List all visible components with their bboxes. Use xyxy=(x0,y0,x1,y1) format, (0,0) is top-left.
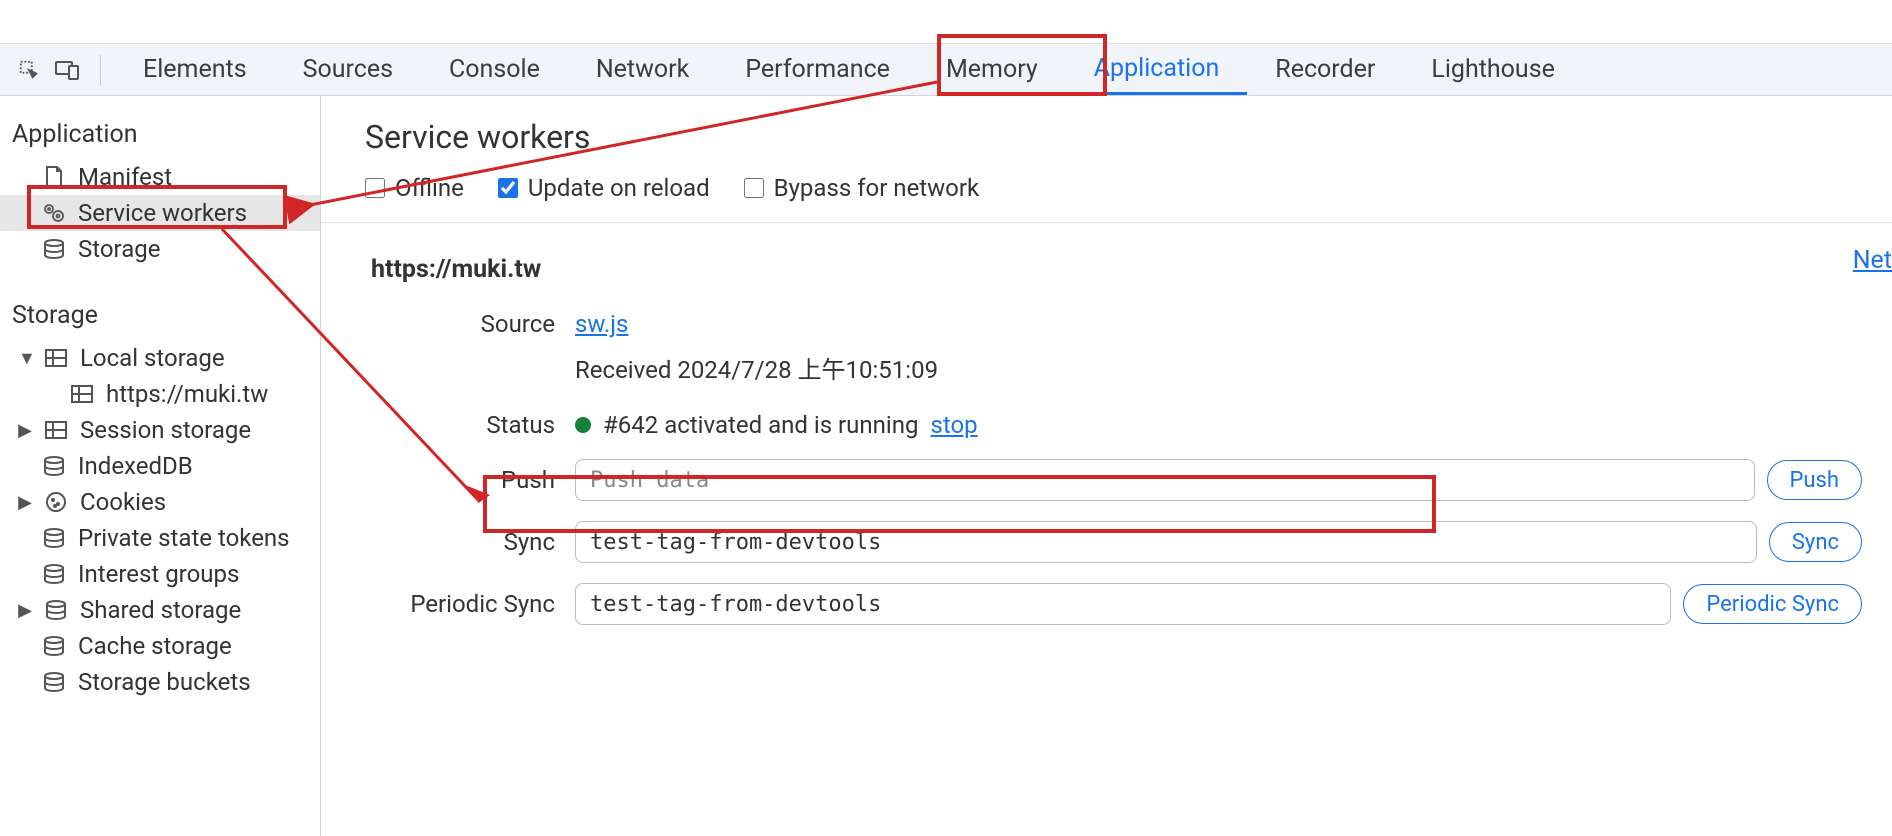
push-input[interactable] xyxy=(575,459,1755,501)
sidebar-label: IndexedDB xyxy=(78,452,193,480)
tab-application[interactable]: Application xyxy=(1066,44,1248,95)
grid-icon xyxy=(68,380,96,408)
periodic-sync-label: Periodic Sync xyxy=(365,590,575,618)
tab-console[interactable]: Console xyxy=(421,44,568,95)
tab-memory[interactable]: Memory xyxy=(918,44,1066,95)
offline-checkbox[interactable]: Offline xyxy=(365,174,464,202)
status-label: Status xyxy=(365,411,575,439)
sidebar-item-cache-storage[interactable]: Cache storage xyxy=(0,628,320,664)
status-dot-icon xyxy=(575,417,591,433)
sidebar-item-storage-buckets[interactable]: Storage buckets xyxy=(0,664,320,700)
sidebar-section-application: Application xyxy=(0,110,320,159)
source-file-link[interactable]: sw.js xyxy=(575,310,628,338)
separator xyxy=(100,55,101,85)
gears-icon xyxy=(40,199,68,227)
sidebar-label: Private state tokens xyxy=(78,524,290,552)
sync-input[interactable] xyxy=(575,521,1757,563)
tab-elements[interactable]: Elements xyxy=(115,44,275,95)
source-label: Source xyxy=(365,310,575,338)
push-label: Push xyxy=(365,466,575,494)
sync-label: Sync xyxy=(365,528,575,556)
main-panel: Service workers Offline Update on reload… xyxy=(321,96,1892,836)
sidebar-item-cookies[interactable]: ▶ Cookies xyxy=(0,484,320,520)
tab-network[interactable]: Network xyxy=(568,44,717,95)
database-icon xyxy=(40,235,68,263)
sidebar-item-local-storage-origin[interactable]: https://muki.tw xyxy=(0,376,320,412)
tab-performance[interactable]: Performance xyxy=(717,44,918,95)
stop-link[interactable]: stop xyxy=(930,411,977,439)
bypass-label: Bypass for network xyxy=(774,174,980,202)
application-sidebar: Application Manifest Service workers Sto… xyxy=(0,96,321,836)
sidebar-item-service-workers[interactable]: Service workers xyxy=(0,195,320,231)
inspect-icon[interactable] xyxy=(10,51,48,89)
file-icon xyxy=(40,163,68,191)
sidebar-label: Cache storage xyxy=(78,632,232,660)
sidebar-label: Storage xyxy=(78,235,160,263)
grid-icon xyxy=(42,344,70,372)
window-top-gap xyxy=(0,0,1892,44)
chevron-right-icon: ▶ xyxy=(18,492,32,513)
sidebar-label: Session storage xyxy=(80,416,251,444)
sidebar-label: Cookies xyxy=(80,488,166,516)
sw-options-row: Offline Update on reload Bypass for netw… xyxy=(321,174,1892,223)
bypass-for-network-checkbox[interactable]: Bypass for network xyxy=(744,174,980,202)
database-icon xyxy=(42,596,70,624)
sidebar-label: Manifest xyxy=(78,163,172,191)
chevron-right-icon: ▶ xyxy=(18,600,32,621)
chevron-down-icon: ▼ xyxy=(18,348,32,369)
chevron-right-icon: ▶ xyxy=(18,420,32,441)
network-requests-link[interactable]: Net xyxy=(1853,246,1892,275)
push-button[interactable]: Push xyxy=(1767,460,1862,500)
cookie-icon xyxy=(42,488,70,516)
database-icon xyxy=(40,452,68,480)
tab-recorder[interactable]: Recorder xyxy=(1247,44,1403,95)
received-timestamp: Received 2024/7/28 上午10:51:09 xyxy=(575,350,1862,385)
periodic-sync-button[interactable]: Periodic Sync xyxy=(1683,584,1862,624)
sidebar-section-storage: Storage xyxy=(0,291,320,340)
database-icon xyxy=(40,560,68,588)
sw-origin: https://muki.tw xyxy=(371,255,1862,284)
periodic-sync-input[interactable] xyxy=(575,583,1671,625)
status-text: #642 activated and is running xyxy=(603,411,918,439)
device-toggle-icon[interactable] xyxy=(48,51,86,89)
sidebar-label: Storage buckets xyxy=(78,668,251,696)
update-on-reload-checkbox[interactable]: Update on reload xyxy=(498,174,710,202)
sidebar-label: https://muki.tw xyxy=(106,380,268,408)
sidebar-label: Service workers xyxy=(78,199,247,227)
page-title: Service workers xyxy=(365,118,1862,156)
offline-label: Offline xyxy=(395,174,464,202)
sidebar-item-indexeddb[interactable]: IndexedDB xyxy=(0,448,320,484)
database-icon xyxy=(40,668,68,696)
tab-sources[interactable]: Sources xyxy=(275,44,421,95)
devtools-tab-bar: Elements Sources Console Network Perform… xyxy=(0,44,1892,96)
sidebar-item-interest-groups[interactable]: Interest groups xyxy=(0,556,320,592)
database-icon xyxy=(40,632,68,660)
sidebar-item-shared-storage[interactable]: ▶ Shared storage xyxy=(0,592,320,628)
sidebar-label: Local storage xyxy=(80,344,225,372)
sidebar-label: Shared storage xyxy=(80,596,241,624)
database-icon xyxy=(40,524,68,552)
sidebar-item-local-storage[interactable]: ▼ Local storage xyxy=(0,340,320,376)
grid-icon xyxy=(42,416,70,444)
sidebar-item-session-storage[interactable]: ▶ Session storage xyxy=(0,412,320,448)
update-label: Update on reload xyxy=(528,174,710,202)
sidebar-label: Interest groups xyxy=(78,560,239,588)
sidebar-item-manifest[interactable]: Manifest xyxy=(0,159,320,195)
sidebar-item-private-state-tokens[interactable]: Private state tokens xyxy=(0,520,320,556)
sync-button[interactable]: Sync xyxy=(1769,522,1862,562)
sidebar-item-storage[interactable]: Storage xyxy=(0,231,320,267)
tab-lighthouse[interactable]: Lighthouse xyxy=(1403,44,1583,95)
